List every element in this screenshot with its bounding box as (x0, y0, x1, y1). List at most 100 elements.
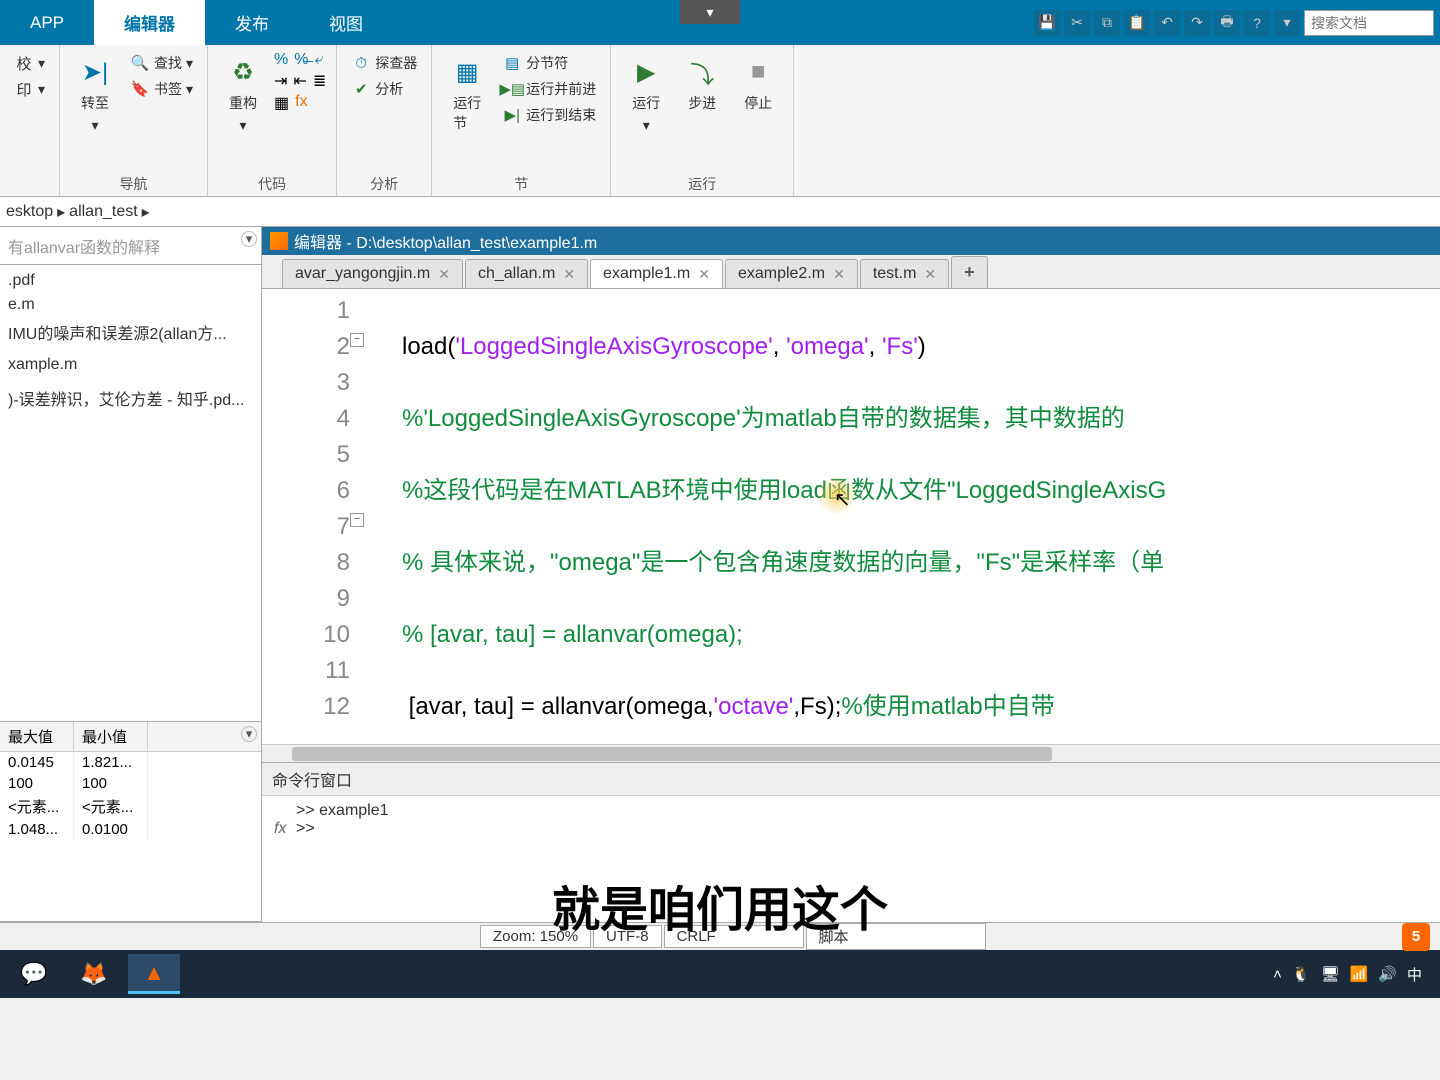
quick-access-toolbar: 💾 ✂ ⧉ 📋 ↶ ↷ 🖶 ? ▾ (1034, 0, 1440, 45)
bookmark-button[interactable]: 🔖书签 ▾ (126, 77, 197, 101)
print-icon[interactable]: 🖶 (1214, 10, 1240, 36)
tray-ime[interactable]: 中 (1407, 964, 1422, 985)
run-advance-icon: ▶▤ (502, 79, 522, 99)
run-to-end-button[interactable]: ▶|运行到结束 (498, 103, 600, 127)
goto-button[interactable]: ➤| 转至▾ (70, 51, 120, 138)
format-icon[interactable]: ≣ (313, 71, 326, 91)
analyze-button[interactable]: ✔分析 (347, 77, 421, 101)
search-input[interactable] (1305, 15, 1433, 31)
tray-qq-icon[interactable]: 🐧 (1292, 965, 1311, 983)
status-zoom[interactable]: Zoom: 150% (480, 925, 591, 948)
editor-tab-active[interactable]: example1.m✕ (590, 259, 723, 288)
uncomment-icon[interactable]: %̶ (294, 51, 308, 69)
workspace-variables[interactable]: 最大值 最小值 0.01451.821... 100100 <元素...<元素.… (0, 722, 261, 840)
close-icon[interactable]: ✕ (563, 266, 575, 283)
editor-tab[interactable]: example2.m✕ (725, 259, 858, 288)
code-editor[interactable]: 123456789101112 − − load('LoggedSingleAx… (262, 289, 1440, 744)
tab-view[interactable]: 视图 (299, 0, 393, 45)
status-encoding[interactable]: UTF-8 (593, 925, 662, 948)
list-item[interactable]: .pdf (0, 269, 261, 293)
list-item[interactable]: xample.m (0, 353, 261, 377)
wrap-icon[interactable]: ⤶ (315, 51, 324, 69)
taskbar-matlab[interactable]: ▲ (128, 954, 180, 994)
tab-publish[interactable]: 发布 (205, 0, 299, 45)
horizontal-scrollbar[interactable] (262, 744, 1440, 762)
fold-icon[interactable]: − (350, 513, 364, 527)
plus-icon: + (964, 262, 975, 283)
tray-volume-icon[interactable]: 🔊 (1378, 965, 1397, 983)
search-docs[interactable] (1304, 10, 1434, 36)
tab-app[interactable]: APP (0, 0, 94, 45)
analyze-icon: ✔ (351, 79, 371, 99)
command-window[interactable]: 命令行窗口 >> example1 fx>> (262, 762, 1440, 922)
close-icon[interactable]: ✕ (924, 266, 936, 283)
code-group-label: 代码 (218, 170, 326, 194)
tray-wifi-icon[interactable]: 📶 (1350, 965, 1369, 983)
close-icon[interactable]: ✕ (438, 266, 450, 283)
goto-icon: ➤| (78, 55, 112, 89)
tab-editor[interactable]: 编辑器 (94, 0, 205, 45)
var-hdr-max[interactable]: 最大值 (0, 722, 74, 751)
run-icon: ▶ (629, 55, 663, 89)
copy-icon[interactable]: ⧉ (1094, 10, 1120, 36)
table-row[interactable]: <元素...<元素... (0, 794, 261, 819)
breadcrumb[interactable]: esktop▸ allan_test▸ (0, 197, 1440, 227)
outdent-icon[interactable]: ⇤ (293, 71, 306, 91)
file-browser[interactable]: .pdf e.m IMU的噪声和误差源2(allan方... xample.m … (0, 265, 261, 417)
fx-icon[interactable]: fx (295, 93, 307, 113)
redo-icon[interactable]: ↷ (1184, 10, 1210, 36)
stop-button[interactable]: ■ 停止 (733, 51, 783, 117)
save-icon[interactable]: 💾 (1034, 10, 1060, 36)
var-hdr-min[interactable]: 最小值 (74, 722, 148, 751)
editor-tab[interactable]: ch_allan.m✕ (465, 259, 588, 288)
list-item[interactable]: e.m (0, 293, 261, 317)
print-button[interactable]: 印▾ (10, 77, 49, 101)
status-eol[interactable]: CRLF (664, 925, 804, 948)
run-button[interactable]: ▶ 运行▾ (621, 51, 671, 138)
tray-monitor-icon[interactable]: 🖥 (1321, 965, 1340, 983)
pane-options-icon[interactable]: ▾ (241, 231, 257, 247)
run-to-end-icon: ▶| (502, 105, 522, 125)
new-tab-button[interactable]: + (951, 256, 988, 288)
system-tray[interactable]: ˄ 🐧 🖥 📶 🔊 中 (1273, 964, 1432, 985)
fx-prompt-icon[interactable]: fx (274, 820, 286, 838)
scroll-thumb[interactable] (292, 747, 1052, 761)
list-item[interactable]: IMU的噪声和误差源2(allan方... (0, 317, 261, 347)
ribbon-collapse-chevron[interactable]: ▾ (680, 0, 740, 24)
fold-icon[interactable]: ▦ (274, 93, 289, 113)
editor-tab[interactable]: test.m✕ (860, 259, 949, 288)
indent-icon[interactable]: ⇥ (274, 71, 287, 91)
table-row[interactable]: 1.048...0.0100 (0, 819, 261, 840)
status-type[interactable]: 脚本 (806, 923, 986, 950)
editor-tabs: avar_yangongjin.m✕ ch_allan.m✕ example1.… (262, 255, 1440, 289)
options-icon[interactable]: ▾ (1274, 10, 1300, 36)
tray-chevron-icon[interactable]: ˄ (1273, 966, 1282, 983)
editor-tab[interactable]: avar_yangongjin.m✕ (282, 259, 463, 288)
help-icon[interactable]: ? (1244, 10, 1270, 36)
comment-icon[interactable]: % (274, 51, 288, 69)
taskbar-wechat[interactable]: 💬 (8, 954, 60, 994)
profiler-button[interactable]: ⏱探查器 (347, 51, 421, 75)
paste-icon[interactable]: 📋 (1124, 10, 1150, 36)
find-button[interactable]: 🔍查找 ▾ (126, 51, 197, 75)
compare-button[interactable]: 校▾ (10, 51, 49, 75)
code-body[interactable]: load('LoggedSingleAxisGyroscope', 'omega… (362, 289, 1440, 744)
run-group-label: 运行 (621, 170, 783, 194)
bookmark-icon: 🔖 (130, 79, 150, 99)
cut-icon[interactable]: ✂ (1064, 10, 1090, 36)
table-row[interactable]: 100100 (0, 773, 261, 794)
pane-options-icon[interactable]: ▾ (241, 726, 257, 742)
run-section-button[interactable]: ▦ 运行 节 (442, 51, 492, 137)
run-advance-button[interactable]: ▶▤运行并前进 (498, 77, 600, 101)
close-icon[interactable]: ✕ (833, 266, 845, 283)
step-button[interactable]: ⤵ 步进 (677, 51, 727, 117)
section-break-button[interactable]: ▤分节符 (498, 51, 600, 75)
list-item[interactable]: )-误差辨识，艾伦方差 - 知乎.pd... (0, 383, 261, 413)
status-bar: Zoom: 150% UTF-8 CRLF 脚本 5 (0, 922, 1440, 950)
undo-icon[interactable]: ↶ (1154, 10, 1180, 36)
close-icon[interactable]: ✕ (698, 266, 710, 283)
refactor-button[interactable]: ♻ 重构▾ (218, 51, 268, 138)
fold-icon[interactable]: − (350, 333, 364, 347)
taskbar-firefox[interactable]: 🦊 (68, 954, 120, 994)
table-row[interactable]: 0.01451.821... (0, 752, 261, 773)
